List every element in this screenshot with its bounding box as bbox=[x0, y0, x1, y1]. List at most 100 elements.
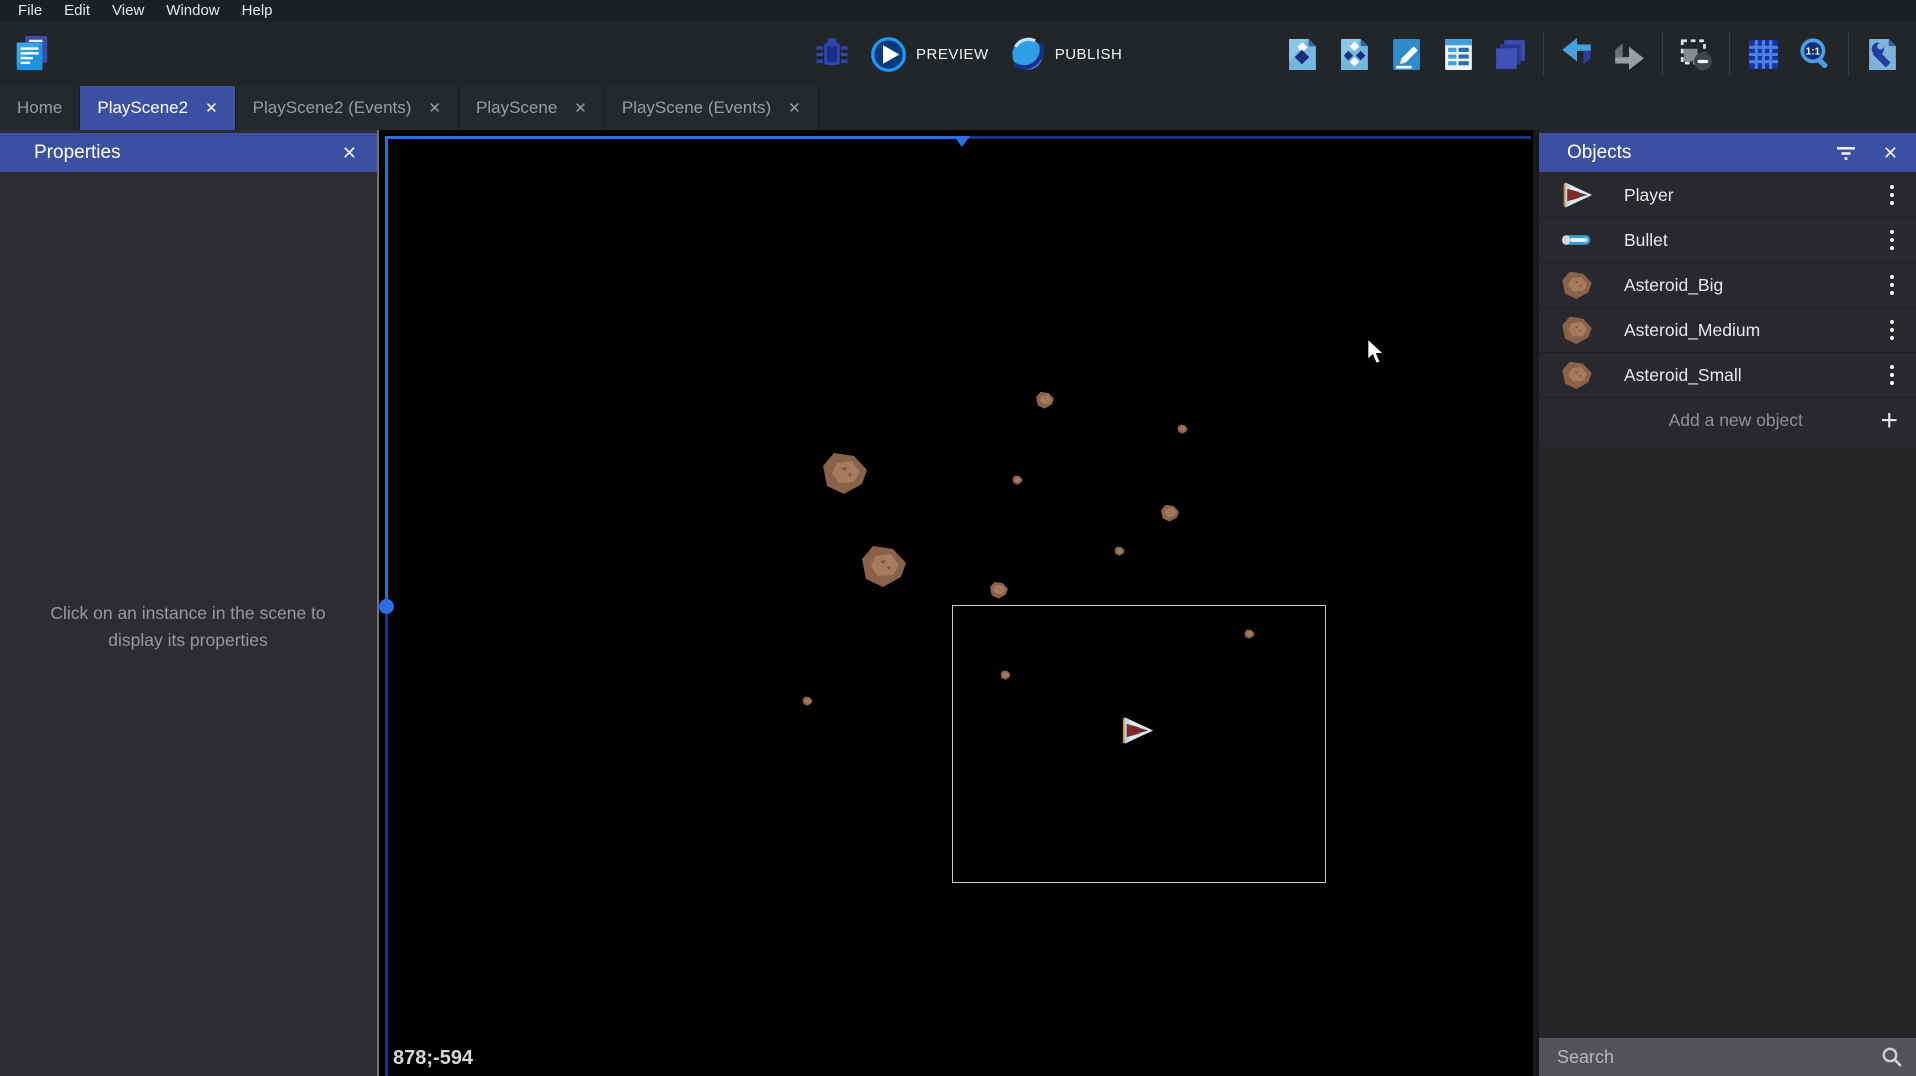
asteroid-medium-instance[interactable] bbox=[989, 581, 1009, 599]
add-object-button[interactable]: Add a new object+ bbox=[1539, 398, 1916, 443]
asteroid-small-instance[interactable] bbox=[1244, 629, 1255, 639]
asteroid-icon bbox=[1561, 270, 1593, 300]
toolbar-separator bbox=[1662, 33, 1663, 75]
settings-button[interactable] bbox=[1863, 32, 1901, 76]
tab-close-icon[interactable]: ✕ bbox=[788, 99, 801, 117]
undo-button[interactable] bbox=[1558, 32, 1596, 76]
object-context-menu-icon[interactable] bbox=[1882, 270, 1902, 301]
asteroid-small-instance[interactable] bbox=[1114, 546, 1125, 556]
object-row-bullet[interactable]: Bullet bbox=[1539, 218, 1916, 263]
tab-label: PlayScene2 (Events) bbox=[253, 98, 412, 118]
open-object-groups-button[interactable] bbox=[1335, 32, 1373, 76]
asteroid-small-instance[interactable] bbox=[1000, 670, 1011, 680]
publish-label: PUBLISH bbox=[1055, 46, 1123, 63]
toggle-grid-button[interactable] bbox=[1744, 32, 1782, 76]
vertical-scrollbar-thumb[interactable] bbox=[379, 599, 394, 614]
scene-canvas[interactable]: 878;-594 bbox=[379, 130, 1533, 1076]
object-row-asteroid_big[interactable]: Asteroid_Big bbox=[1539, 263, 1916, 308]
main-toolbar: PREVIEW PUBLISH bbox=[0, 22, 1916, 86]
asteroid-big-instance[interactable] bbox=[860, 544, 908, 588]
asteroid-medium-instance[interactable] bbox=[1035, 391, 1055, 409]
menu-edit[interactable]: Edit bbox=[53, 0, 101, 22]
tab-label: PlayScene (Events) bbox=[622, 98, 771, 118]
delete-selection-icon bbox=[1678, 36, 1714, 72]
close-icon[interactable]: ✕ bbox=[342, 144, 357, 162]
preview-label: PREVIEW bbox=[916, 46, 989, 63]
tab-close-icon[interactable]: ✕ bbox=[205, 99, 218, 117]
asteroid-icon bbox=[1561, 360, 1593, 390]
asteroid-icon bbox=[1561, 315, 1593, 345]
player-instance[interactable] bbox=[1120, 716, 1154, 745]
tab-playscene[interactable]: PlayScene ✕ bbox=[459, 86, 605, 130]
objects-panel-header: Objects ✕ bbox=[1539, 133, 1916, 172]
object-groups-icon bbox=[1337, 37, 1372, 72]
horizontal-scrollbar-thumb[interactable] bbox=[954, 136, 970, 147]
grid-icon bbox=[1746, 37, 1781, 72]
gdevelop-window: FileEditViewWindowHelp bbox=[0, 0, 1916, 1076]
menu-help[interactable]: Help bbox=[231, 0, 284, 22]
menu-view[interactable]: View bbox=[101, 0, 155, 22]
object-context-menu-icon[interactable] bbox=[1882, 225, 1902, 256]
project-manager-icon bbox=[13, 33, 51, 75]
tab-home[interactable]: Home bbox=[0, 86, 80, 130]
properties-panel: Click on an instance in the scene to dis… bbox=[0, 130, 377, 1076]
tab-close-icon[interactable]: ✕ bbox=[574, 99, 587, 117]
tab-close-icon[interactable]: ✕ bbox=[428, 99, 441, 117]
plus-icon: + bbox=[1880, 406, 1898, 436]
tab-playscene2-events-[interactable]: PlayScene2 (Events) ✕ bbox=[236, 86, 459, 130]
delete-selection-button[interactable] bbox=[1677, 32, 1715, 76]
zoom-original-button[interactable]: 1:1 bbox=[1796, 32, 1834, 76]
object-row-asteroid_medium[interactable]: Asteroid_Medium bbox=[1539, 308, 1916, 353]
open-instances-list-button[interactable] bbox=[1439, 32, 1477, 76]
asteroid-medium-instance[interactable] bbox=[1160, 504, 1180, 522]
mouse-cursor bbox=[1365, 339, 1387, 365]
asteroid-small-instance[interactable] bbox=[1177, 424, 1188, 434]
project-manager-button[interactable] bbox=[13, 32, 51, 76]
instances-list-icon bbox=[1441, 37, 1476, 72]
filter-icon[interactable] bbox=[1835, 144, 1857, 162]
asteroid-small-instance[interactable] bbox=[1012, 475, 1023, 485]
close-icon[interactable]: ✕ bbox=[1883, 144, 1898, 162]
objects-panel-title: Objects bbox=[1567, 142, 1631, 164]
object-context-menu-icon[interactable] bbox=[1882, 315, 1902, 346]
bullet-icon bbox=[1561, 225, 1593, 255]
open-properties-panel-button[interactable] bbox=[1387, 32, 1425, 76]
open-layers-panel-button[interactable] bbox=[1491, 32, 1529, 76]
redo-button[interactable] bbox=[1610, 32, 1648, 76]
add-object-label: Add a new object bbox=[1557, 410, 1880, 431]
object-context-menu-icon[interactable] bbox=[1882, 360, 1902, 391]
object-label: Asteroid_Medium bbox=[1624, 320, 1882, 341]
publish-globe-icon bbox=[1009, 36, 1046, 73]
cursor-coordinates: 878;-594 bbox=[393, 1047, 473, 1070]
horizontal-scrollbar-fill[interactable] bbox=[385, 136, 962, 139]
toolbar-separator bbox=[1848, 33, 1849, 75]
preview-play-icon bbox=[870, 36, 907, 73]
object-row-player[interactable]: Player bbox=[1539, 173, 1916, 218]
asteroid-small-instance[interactable] bbox=[802, 696, 813, 706]
object-context-menu-icon[interactable] bbox=[1882, 180, 1902, 211]
tab-playscene2[interactable]: PlayScene2 ✕ bbox=[80, 86, 235, 130]
menu-file[interactable]: File bbox=[7, 0, 53, 22]
asteroid-big-instance[interactable] bbox=[821, 451, 869, 495]
preview-button[interactable]: PREVIEW bbox=[870, 36, 989, 73]
toolbar-separator bbox=[1729, 33, 1730, 75]
object-row-asteroid_small[interactable]: Asteroid_Small bbox=[1539, 353, 1916, 398]
objects-search-input[interactable] bbox=[1539, 1038, 1916, 1076]
svg-text:1:1: 1:1 bbox=[1806, 47, 1821, 58]
tab-label: PlayScene bbox=[476, 98, 557, 118]
tab-label: PlayScene2 bbox=[97, 98, 188, 118]
objects-search bbox=[1539, 1038, 1916, 1076]
debug-button[interactable] bbox=[813, 32, 851, 76]
menu-window[interactable]: Window bbox=[155, 0, 230, 22]
properties-empty-message: Click on an instance in the scene to dis… bbox=[28, 600, 348, 654]
publish-button[interactable]: PUBLISH bbox=[1009, 36, 1123, 73]
tab-playscene-events-[interactable]: PlayScene (Events) ✕ bbox=[605, 86, 819, 130]
menubar: FileEditViewWindowHelp bbox=[0, 0, 1916, 22]
properties-panel-title: Properties bbox=[34, 142, 121, 164]
properties-editor-icon bbox=[1389, 37, 1424, 72]
objects-panel: PlayerBulletAsteroid_Big Asteroid_Medium A… bbox=[1539, 130, 1916, 1076]
editor-tabstrip: HomePlayScene2✕PlayScene2 (Events)✕PlayS… bbox=[0, 86, 1916, 130]
vertical-scrollbar-fill[interactable] bbox=[385, 136, 388, 606]
open-objects-editor-button[interactable] bbox=[1283, 32, 1321, 76]
settings-icon bbox=[1865, 37, 1900, 72]
